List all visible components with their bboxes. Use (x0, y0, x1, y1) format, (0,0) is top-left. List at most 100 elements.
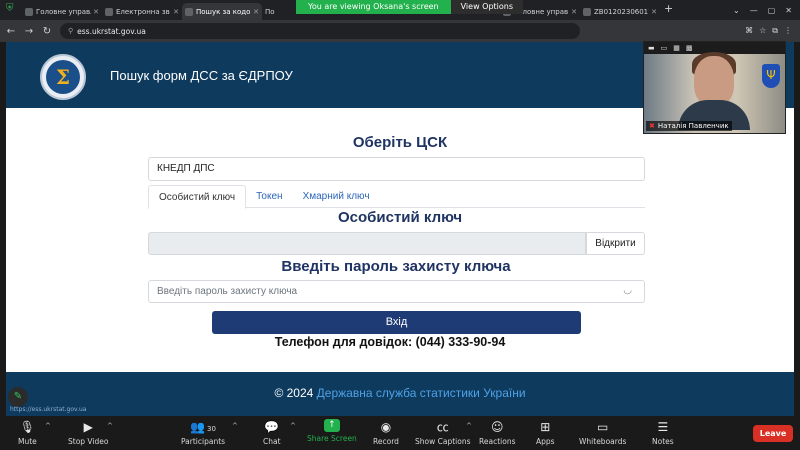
browser-tab[interactable]: ZB01202306011 ✕ (580, 3, 660, 20)
csk-select[interactable]: КНЕДП ДПС (148, 157, 645, 181)
url-text: ess.ukrstat.gov.ua (77, 26, 146, 36)
notes-button[interactable]: ☰ Notes (652, 419, 674, 446)
site-title: Пошук форм ДСС за ЄДРПОУ (110, 68, 293, 83)
tab-title: Пошук за кодо (196, 7, 251, 16)
participants-button[interactable]: 👥 30 Participants (181, 419, 225, 446)
key-type-tabs: Особистий ключ Токен Хмарний ключ (148, 185, 645, 209)
participant-face (694, 56, 734, 106)
captions-options-icon[interactable]: ^ (466, 422, 472, 430)
apps-icon: ⊞ (540, 420, 551, 434)
new-tab-icon[interactable]: + (664, 2, 673, 15)
close-icon[interactable]: ✕ (571, 8, 577, 16)
browser-tab-active[interactable]: Пошук за кодо ✕ (182, 3, 262, 20)
apps-label: Apps (536, 437, 555, 446)
tab-title: По (265, 7, 275, 16)
back-icon[interactable]: ← (4, 26, 18, 37)
microphone-icon: 🎙 (19, 420, 35, 434)
share-screen-icon: ↑ (323, 419, 340, 432)
translate-icon[interactable]: ⌘ (745, 26, 753, 36)
share-screen-button[interactable]: ↑ Share Screen (307, 419, 357, 443)
coat-of-arms-icon: Ψ (762, 64, 780, 88)
mute-options-icon[interactable]: ^ (45, 422, 51, 430)
captions-icon: ㏄ (436, 420, 449, 434)
key-password-input[interactable]: Введіть пароль захисту ключа ◡ (148, 280, 645, 303)
record-button[interactable]: ◉ Record (373, 419, 399, 446)
browser-toolbar-icons: ⌘ ☆ ⧉ ⋮ (745, 26, 800, 36)
tab-favicon-icon (25, 7, 33, 16)
close-icon[interactable]: ✕ (93, 8, 99, 16)
key-file-input[interactable] (148, 232, 586, 255)
menu-icon[interactable]: ⋮ (784, 26, 792, 36)
open-key-button[interactable]: Відкрити (586, 232, 645, 255)
tab-title: ZB01202306011 (594, 7, 650, 16)
close-window-icon[interactable]: ✕ (785, 6, 792, 15)
copyright: © 2024 Державна служба статистики Україн… (6, 386, 794, 400)
annotate-pencil-icon[interactable]: ✎ (8, 387, 28, 407)
mute-button[interactable]: 🎙 Mute (18, 419, 37, 446)
view-options-button[interactable]: View Options (450, 0, 524, 14)
shield-icon: ⛨ (6, 2, 14, 14)
tab-cloud-key[interactable]: Хмарний ключ (293, 185, 380, 207)
tab-search-icon[interactable]: ⌄ (733, 6, 740, 15)
gallery-view-icon[interactable]: ▦ (673, 44, 680, 52)
grid-icon[interactable]: ▩ (686, 44, 693, 52)
smiley-icon: ☺ (490, 420, 504, 434)
mute-label: Mute (18, 437, 37, 446)
participants-count: 30 (207, 425, 216, 433)
reactions-button[interactable]: ☺ Reactions (479, 419, 515, 446)
speaker-view-icon[interactable]: ▭ (661, 44, 668, 52)
browser-tab[interactable]: По (262, 3, 280, 20)
participants-options-icon[interactable]: ^ (232, 422, 238, 430)
close-icon[interactable]: ✕ (651, 8, 657, 16)
agency-link[interactable]: Державна служба статистики України (317, 386, 526, 400)
show-captions-label: Show Captions (415, 437, 471, 446)
minimize-icon[interactable]: — (750, 6, 758, 15)
reactions-label: Reactions (479, 437, 516, 446)
apps-button[interactable]: ⊞ Apps (536, 419, 555, 446)
stop-video-button[interactable]: ▶ Stop Video (68, 419, 108, 446)
chat-icon: 💬 (264, 420, 280, 434)
maximize-icon[interactable]: ▢ (768, 6, 776, 15)
video-camera-icon: ▶ (83, 420, 93, 434)
record-label: Record (373, 437, 399, 446)
key-section-heading: Особистий ключ (337, 209, 463, 226)
forward-icon[interactable]: → (22, 26, 36, 37)
reload-icon[interactable]: ↻ (40, 26, 54, 37)
participant-video-tile[interactable]: ▬ ▭ ▦ ▩ Ψ ✖ Наталія Павленчик (643, 41, 786, 134)
whiteboards-label: Whiteboards (579, 437, 627, 446)
leave-button[interactable]: Leave (753, 425, 793, 442)
close-icon[interactable]: ✕ (253, 8, 259, 16)
participants-label: Participants (181, 437, 226, 446)
choose-csk-heading: Оберіть ЦСК (352, 134, 448, 151)
whiteboards-button[interactable]: ▭ Whiteboards (579, 419, 626, 446)
tab-token[interactable]: Токен (246, 185, 292, 207)
password-heading: Введіть пароль захисту ключа (281, 258, 511, 275)
browser-tab[interactable]: Електронна зв ✕ (102, 3, 182, 20)
browser-address-bar: ← → ↻ ⚲ ess.ukrstat.gov.ua ⌘ ☆ ⧉ ⋮ (0, 20, 800, 42)
bookmark-star-icon[interactable]: ☆ (759, 26, 766, 36)
chat-button[interactable]: 💬 Chat (263, 419, 281, 446)
eye-slash-icon[interactable]: ◡ (623, 285, 632, 296)
chat-options-icon[interactable]: ^ (290, 422, 296, 430)
video-options-icon[interactable]: ^ (107, 422, 113, 430)
tab-favicon-icon (583, 7, 591, 16)
url-field[interactable]: ⚲ ess.ukrstat.gov.ua (60, 23, 580, 39)
share-banner-message: You are viewing Oksana's screen (296, 0, 451, 14)
site-footer: © 2024 Державна служба статистики Україн… (6, 372, 794, 416)
tab-favicon-icon (185, 7, 193, 16)
tab-favicon-icon (105, 7, 113, 16)
browser-tab[interactable]: Головне управл ✕ (22, 3, 102, 20)
screen: ⛨ Головне управл ✕ Електронна зв ✕ Пошук… (0, 0, 800, 450)
notes-label: Notes (652, 437, 674, 446)
ukrstat-logo: Σ (40, 54, 86, 100)
site-info-icon[interactable]: ⚲ (68, 27, 73, 35)
share-screen-label: Share Screen (307, 434, 357, 443)
login-button[interactable]: Вхід (212, 311, 581, 334)
tab-title: Електронна зв (116, 7, 170, 16)
close-icon[interactable]: ✕ (173, 8, 179, 16)
tab-personal-key[interactable]: Особистий ключ (148, 185, 247, 209)
show-captions-button[interactable]: ㏄ Show Captions (415, 419, 471, 446)
participant-name: Наталія Павленчик (657, 122, 729, 130)
layout-icon[interactable]: ▬ (648, 44, 655, 52)
extensions-icon[interactable]: ⧉ (772, 26, 778, 36)
